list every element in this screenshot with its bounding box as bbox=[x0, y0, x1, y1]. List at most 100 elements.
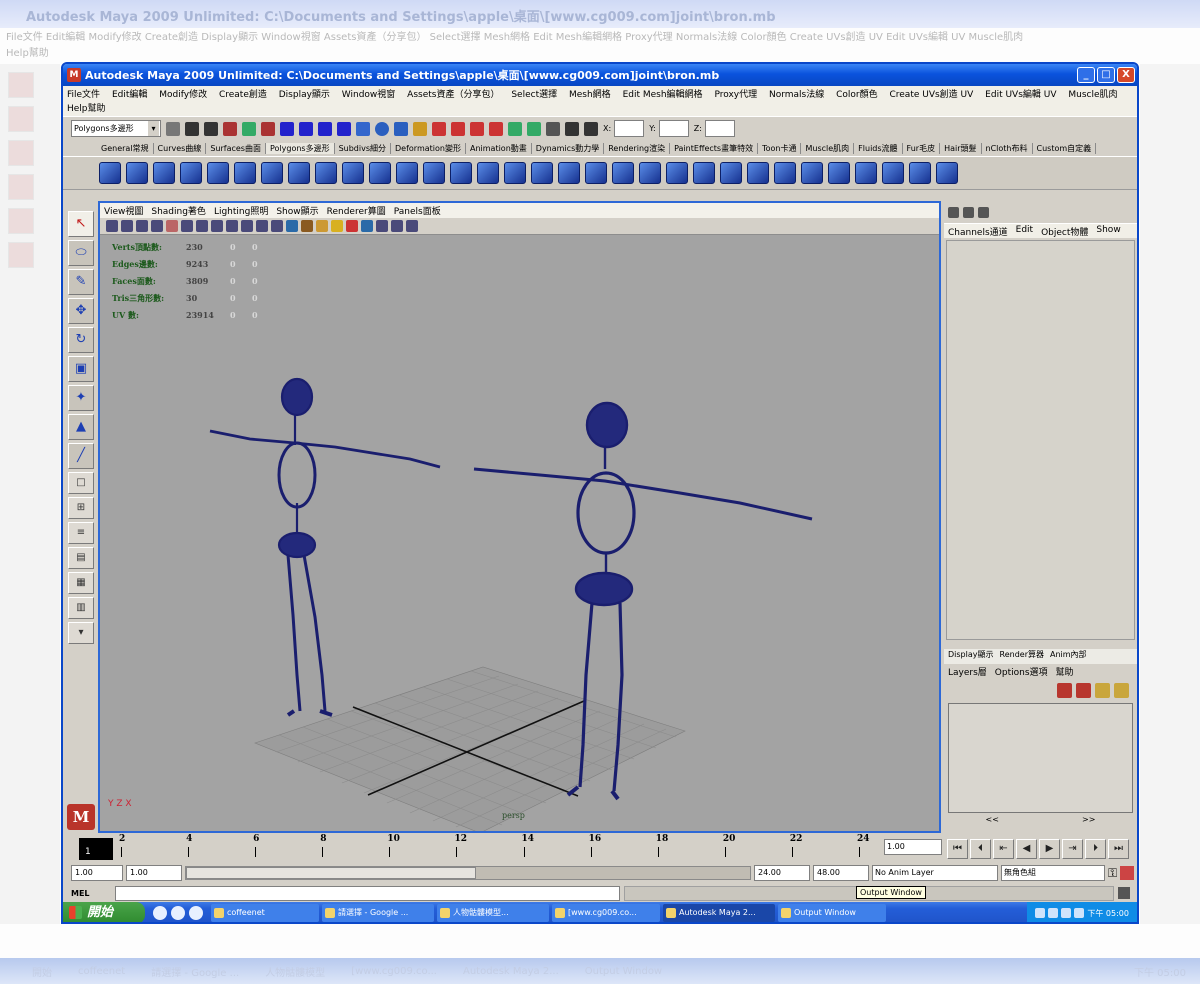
current-frame-field[interactable]: 1.00 bbox=[884, 839, 942, 855]
range-thumb[interactable] bbox=[186, 867, 476, 879]
save-scene-icon[interactable] bbox=[204, 121, 218, 136]
play-backward-icon[interactable]: ◀ bbox=[1016, 839, 1037, 859]
safe-title-icon[interactable] bbox=[256, 220, 268, 232]
radio-anim[interactable]: Anim內部 bbox=[1050, 649, 1087, 664]
snap-grid-icon[interactable] bbox=[280, 121, 294, 136]
render-icon[interactable] bbox=[432, 121, 446, 136]
camera-icon[interactable] bbox=[106, 220, 118, 232]
bridge-icon[interactable] bbox=[477, 162, 499, 184]
step-forward-key-icon[interactable]: ⇥ bbox=[1062, 839, 1083, 859]
go-to-start-icon[interactable]: ⏮ bbox=[947, 839, 968, 859]
range-track[interactable] bbox=[185, 866, 751, 880]
menu-set-selector[interactable]: Polygons多邊形 bbox=[71, 120, 161, 137]
help-question-icon[interactable] bbox=[394, 121, 408, 136]
channel-box-body[interactable] bbox=[946, 240, 1135, 640]
anim-layer-dropdown[interactable]: No Anim Layer bbox=[872, 865, 998, 881]
shelf-tab-polygons[interactable]: Polygons多邊形 bbox=[265, 142, 335, 154]
shelf-tab-hair[interactable]: Hair頭髮 bbox=[940, 142, 982, 154]
extrude-icon[interactable] bbox=[450, 162, 472, 184]
poly-sphere-icon[interactable] bbox=[99, 162, 121, 184]
mel-label[interactable]: MEL bbox=[71, 889, 111, 898]
outliner-layout-icon[interactable]: ≡ bbox=[68, 522, 94, 544]
animation-start-field[interactable]: 1.00 bbox=[71, 865, 123, 881]
shelf-tab-custom[interactable]: Custom自定義 bbox=[1033, 142, 1097, 154]
shelf-tab-curves[interactable]: Curves曲線 bbox=[154, 142, 207, 154]
menu-modify[interactable]: Modify修改 bbox=[159, 90, 207, 100]
shelf-extra-icon[interactable] bbox=[936, 162, 958, 184]
viewport-menu-shading[interactable]: Shading著色 bbox=[151, 204, 206, 217]
channel-box-menu-channels[interactable]: Channels通道 bbox=[948, 225, 1008, 238]
input-ops-icon[interactable] bbox=[508, 121, 522, 136]
soft-select-icon[interactable] bbox=[801, 162, 823, 184]
layer-menu-help[interactable]: 幫助 bbox=[1056, 665, 1074, 678]
poly-cube-icon[interactable] bbox=[126, 162, 148, 184]
image-plane-icon[interactable] bbox=[151, 220, 163, 232]
time-slider[interactable]: 1 2 4 6 8 10 12 14 16 18 20 22 24 bbox=[69, 834, 945, 862]
poly-prism-icon[interactable] bbox=[261, 162, 283, 184]
layer-menu-layers[interactable]: Layers層 bbox=[948, 665, 987, 678]
new-layer-icon[interactable] bbox=[1057, 682, 1072, 698]
menu-mesh[interactable]: Mesh網格 bbox=[569, 90, 611, 100]
checker-display-icon[interactable] bbox=[882, 162, 904, 184]
layer-scroll-left[interactable]: << bbox=[986, 815, 999, 827]
cylindrical-mapping-icon[interactable] bbox=[693, 162, 715, 184]
menu-normals[interactable]: Normals法線 bbox=[769, 90, 824, 100]
split-icon[interactable] bbox=[531, 162, 553, 184]
tool-settings-toggle-icon[interactable] bbox=[978, 206, 989, 218]
uv-editor-icon[interactable] bbox=[774, 162, 796, 184]
xray-icon[interactable] bbox=[376, 220, 388, 232]
layer-list[interactable] bbox=[948, 703, 1133, 813]
shelf-tab-fluids[interactable]: Fluids流體 bbox=[854, 142, 903, 154]
menu-display[interactable]: Display顯示 bbox=[279, 90, 330, 100]
menu-proxy[interactable]: Proxy代理 bbox=[714, 90, 757, 100]
scale-tool-icon[interactable]: ▣ bbox=[68, 356, 94, 382]
tray-input-icon[interactable] bbox=[1074, 908, 1085, 918]
poly-torus-icon[interactable] bbox=[234, 162, 256, 184]
minimize-button[interactable]: _ bbox=[1077, 67, 1095, 83]
start-button[interactable]: 開始 bbox=[63, 902, 145, 922]
viewport-menu-renderer[interactable]: Renderer算圖 bbox=[327, 204, 386, 217]
poly-cone-icon[interactable] bbox=[180, 162, 202, 184]
layout-dropdown-icon[interactable]: ▾ bbox=[68, 622, 94, 644]
script-editor-icon[interactable] bbox=[1118, 887, 1130, 899]
gate-mask-icon[interactable] bbox=[211, 220, 223, 232]
menu-file[interactable]: File文件 bbox=[67, 90, 100, 100]
select-hierarchy-icon[interactable] bbox=[223, 121, 237, 136]
z-field[interactable] bbox=[704, 120, 735, 137]
menu-edit-uvs[interactable]: Edit UVs編輯 UV bbox=[985, 90, 1056, 100]
shelf-tab-fur[interactable]: Fur毛皮 bbox=[903, 142, 941, 154]
character-set-dropdown[interactable]: 無角色組 bbox=[1001, 865, 1105, 881]
x-field[interactable] bbox=[614, 120, 645, 137]
universal-manip-icon[interactable]: ✦ bbox=[68, 385, 94, 411]
shelf-tab-general[interactable]: General常規 bbox=[97, 142, 154, 154]
poly-pipe-icon[interactable] bbox=[288, 162, 310, 184]
command-input[interactable] bbox=[115, 885, 620, 901]
perspective-viewport[interactable]: View視圖 Shading著色 Lighting照明 Show顯示 Rende… bbox=[98, 201, 941, 833]
grid-icon[interactable] bbox=[166, 220, 178, 232]
menu-help[interactable]: Help幫助 bbox=[67, 104, 106, 114]
menu-create-uvs[interactable]: Create UVs創造 UV bbox=[889, 90, 973, 100]
show-manip-icon[interactable]: ╱ bbox=[68, 443, 94, 469]
rotate-tool-icon[interactable]: ↻ bbox=[68, 327, 94, 353]
sculpt-icon[interactable] bbox=[855, 162, 877, 184]
single-pane-layout-icon[interactable]: □ bbox=[68, 472, 94, 494]
layer-scroll-right[interactable]: >> bbox=[1082, 815, 1095, 827]
insert-loop-icon[interactable] bbox=[558, 162, 580, 184]
shelf-tab-ncloth[interactable]: nCloth布料 bbox=[982, 142, 1033, 154]
render-settings-icon[interactable] bbox=[470, 121, 484, 136]
close-button[interactable]: X bbox=[1117, 67, 1135, 83]
combine-icon[interactable] bbox=[342, 162, 364, 184]
graph-layout-icon[interactable]: ▤ bbox=[68, 547, 94, 569]
magnet-icon[interactable] bbox=[489, 121, 503, 136]
wireframe-icon[interactable] bbox=[271, 220, 283, 232]
radio-display[interactable]: Display顯示 bbox=[948, 649, 994, 664]
radio-render[interactable]: Render算器 bbox=[1000, 649, 1044, 664]
menu-create[interactable]: Create創造 bbox=[219, 90, 267, 100]
task-cg009-folder[interactable]: [www.cg009.co... bbox=[552, 904, 660, 922]
channel-box-menu-object[interactable]: Object物體 bbox=[1041, 225, 1088, 238]
ie-icon[interactable] bbox=[171, 906, 185, 920]
lasso-tool-icon[interactable]: ⬭ bbox=[68, 240, 94, 266]
title-bar[interactable]: M Autodesk Maya 2009 Unlimited: C:\Docum… bbox=[63, 64, 1137, 86]
playback-start-field[interactable]: 1.00 bbox=[126, 865, 182, 881]
task-coffeenet[interactable]: coffeenet bbox=[211, 904, 319, 922]
